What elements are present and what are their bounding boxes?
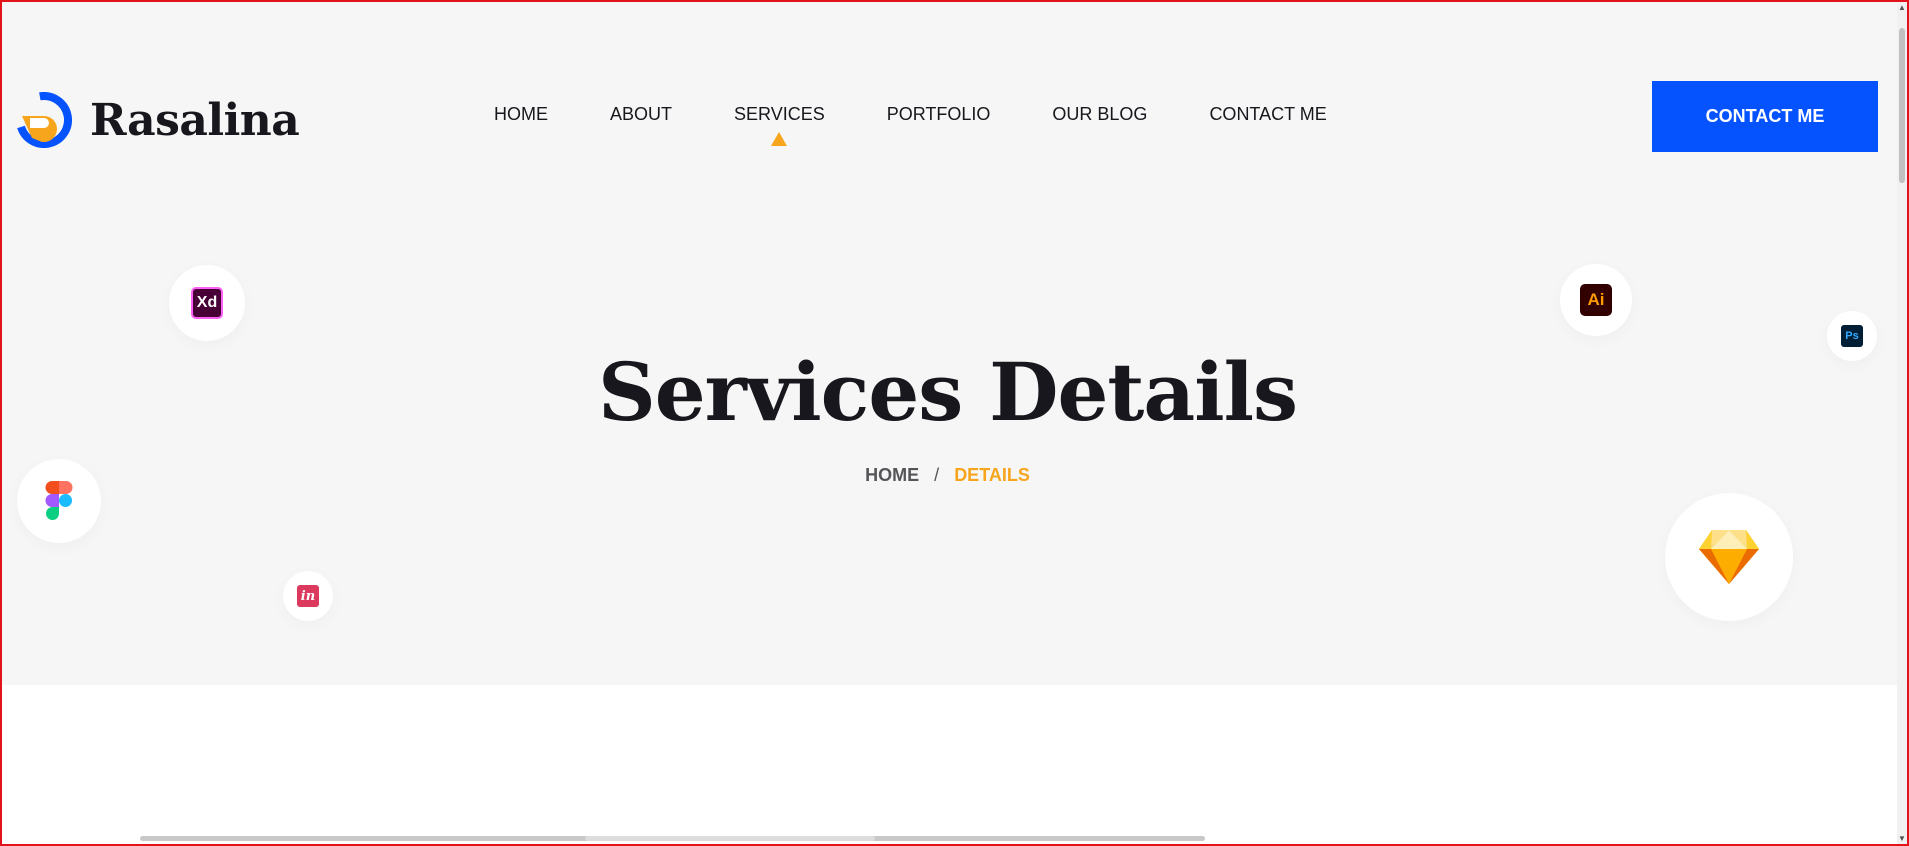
horizontal-scroll-thumb[interactable]	[585, 836, 875, 841]
nav-item-home[interactable]: HOME	[494, 104, 548, 125]
adobe-xd-icon: Xd	[191, 287, 223, 319]
adobe-illustrator-label: Ai	[1587, 290, 1605, 309]
adobe-xd-label: Xd	[196, 294, 218, 311]
figma-bubble	[17, 459, 101, 543]
vertical-scrollbar[interactable]: ▲ ▼	[1897, 2, 1907, 844]
breadcrumb: HOME / DETAILS	[0, 465, 1895, 486]
breadcrumb-current: DETAILS	[954, 465, 1030, 485]
nav-item-contact-me[interactable]: CONTACT ME	[1209, 104, 1326, 125]
nav-item-portfolio[interactable]: PORTFOLIO	[887, 104, 991, 125]
nav-item-services[interactable]: SERVICES	[734, 104, 825, 146]
page-title: Services Details	[597, 345, 1298, 439]
logo-icon	[16, 92, 72, 148]
adobe-illustrator-icon: Ai	[1580, 284, 1612, 316]
contact-me-button[interactable]: CONTACT ME	[1652, 81, 1878, 152]
nav-item-about[interactable]: ABOUT	[610, 104, 672, 125]
horizontal-scrollbar[interactable]	[140, 836, 1205, 841]
brand-logo[interactable]: Rasalina	[16, 92, 300, 148]
breadcrumb-home-link[interactable]: HOME	[865, 465, 919, 485]
content-area	[2, 685, 1897, 844]
adobe-photoshop-label: Ps	[1845, 330, 1859, 342]
xd-bubble: Xd	[169, 265, 245, 341]
breadcrumb-separator: /	[934, 465, 940, 485]
main-nav: HOME ABOUT SERVICES PORTFOLIO OUR BLOG C…	[494, 104, 1327, 146]
scroll-up-icon[interactable]: ▲	[1898, 3, 1906, 12]
sketch-bubble	[1665, 493, 1793, 621]
nav-item-our-blog[interactable]: OUR BLOG	[1052, 104, 1147, 125]
brand-name: Rasalina	[90, 94, 300, 146]
scroll-down-icon[interactable]: ▼	[1898, 834, 1906, 843]
vertical-scroll-thumb[interactable]	[1899, 28, 1905, 183]
ai-bubble: Ai	[1560, 264, 1632, 336]
invision-label: in	[300, 588, 316, 604]
sketch-icon	[1699, 530, 1759, 584]
nav-item-services-label: SERVICES	[734, 104, 825, 124]
adobe-photoshop-icon: Ps	[1841, 325, 1863, 347]
invision-icon: in	[297, 585, 319, 607]
active-nav-indicator	[771, 132, 788, 146]
invision-bubble: in	[283, 571, 333, 621]
ps-bubble: Ps	[1827, 311, 1877, 361]
figma-icon	[45, 481, 73, 520]
